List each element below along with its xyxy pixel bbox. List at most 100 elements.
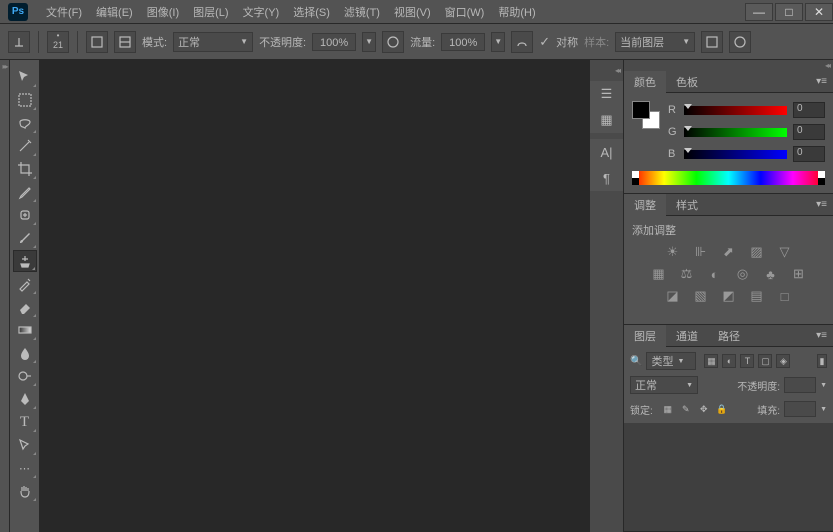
- tab-layers[interactable]: 图层: [624, 325, 666, 347]
- gradient-tool[interactable]: [13, 319, 37, 341]
- tab-color[interactable]: 颜色: [624, 71, 666, 93]
- invert-icon[interactable]: ◪: [664, 288, 682, 304]
- brush-tool[interactable]: [13, 227, 37, 249]
- g-input[interactable]: 0: [793, 124, 825, 140]
- dodge-tool[interactable]: [13, 365, 37, 387]
- fill-input[interactable]: [784, 401, 816, 417]
- g-slider[interactable]: [684, 128, 787, 137]
- character-panel-icon[interactable]: A|: [597, 143, 617, 161]
- curves-icon[interactable]: ⬈: [720, 244, 738, 260]
- menu-window[interactable]: 窗口(W): [439, 1, 491, 23]
- bw-icon[interactable]: ◐: [706, 266, 724, 282]
- menu-file[interactable]: 文件(F): [40, 1, 88, 23]
- shape-tool[interactable]: ⋯: [13, 457, 37, 479]
- pressure-opacity-icon[interactable]: [382, 31, 404, 53]
- magic-wand-tool[interactable]: [13, 135, 37, 157]
- pressure-size-icon[interactable]: [729, 31, 751, 53]
- close-button[interactable]: ✕: [805, 3, 833, 21]
- flow-dropdown[interactable]: ▼: [491, 32, 505, 52]
- filter-smart-icon[interactable]: ◈: [776, 354, 790, 368]
- menu-type[interactable]: 文字(Y): [237, 1, 286, 23]
- history-brush-tool[interactable]: [13, 273, 37, 295]
- brush-preview[interactable]: •21: [47, 31, 69, 53]
- filter-shape-icon[interactable]: ▢: [758, 354, 772, 368]
- sample-all-icon[interactable]: [701, 31, 723, 53]
- hue-icon[interactable]: ▦: [650, 266, 668, 282]
- eraser-tool[interactable]: [13, 296, 37, 318]
- opacity-dropdown[interactable]: ▼: [362, 32, 376, 52]
- move-tool[interactable]: [13, 66, 37, 88]
- flow-input[interactable]: 100%: [441, 33, 485, 51]
- b-input[interactable]: 0: [793, 146, 825, 162]
- menu-image[interactable]: 图像(I): [141, 1, 185, 23]
- lock-transparent-icon[interactable]: ▦: [661, 402, 675, 416]
- toolbox-dock[interactable]: ▸▸: [0, 60, 10, 532]
- blur-tool[interactable]: [13, 342, 37, 364]
- paragraph-panel-icon[interactable]: ¶: [597, 169, 617, 187]
- filter-adjust-icon[interactable]: ◐: [722, 354, 736, 368]
- filter-pixel-icon[interactable]: ▦: [704, 354, 718, 368]
- selective-icon[interactable]: □: [776, 288, 794, 304]
- threshold-icon[interactable]: ◩: [720, 288, 738, 304]
- tool-preset-icon[interactable]: [8, 31, 30, 53]
- brush-settings-icon[interactable]: [114, 31, 136, 53]
- properties-panel-icon[interactable]: ▦: [597, 111, 617, 129]
- symmetry-icon[interactable]: ✓: [539, 34, 550, 50]
- opacity-input[interactable]: 100%: [312, 33, 356, 51]
- tab-swatches[interactable]: 色板: [666, 71, 708, 93]
- filter-toggle[interactable]: ▮: [817, 354, 827, 368]
- exposure-icon[interactable]: ▨: [748, 244, 766, 260]
- clone-stamp-tool[interactable]: [13, 250, 37, 272]
- color-panel-menu[interactable]: ▾≡: [810, 76, 833, 87]
- levels-icon[interactable]: ⊪: [692, 244, 710, 260]
- menu-view[interactable]: 视图(V): [388, 1, 437, 23]
- tab-adjustments[interactable]: 调整: [624, 194, 666, 216]
- layer-opacity-input[interactable]: [784, 377, 816, 393]
- adjust-panel-menu[interactable]: ▾≡: [810, 199, 833, 210]
- lock-all-icon[interactable]: 🔒: [715, 402, 729, 416]
- tab-styles[interactable]: 样式: [666, 194, 708, 216]
- menu-select[interactable]: 选择(S): [287, 1, 336, 23]
- brush-panel-icon[interactable]: [86, 31, 108, 53]
- lock-image-icon[interactable]: ✎: [679, 402, 693, 416]
- history-panel-icon[interactable]: ☰: [597, 85, 617, 103]
- r-input[interactable]: 0: [793, 102, 825, 118]
- tab-paths[interactable]: 路径: [708, 325, 750, 347]
- menu-edit[interactable]: 编辑(E): [90, 1, 139, 23]
- hand-tool[interactable]: [13, 480, 37, 502]
- lock-position-icon[interactable]: ✥: [697, 402, 711, 416]
- posterize-icon[interactable]: ▧: [692, 288, 710, 304]
- brightness-icon[interactable]: ☀: [664, 244, 682, 260]
- foreground-color-swatch[interactable]: [632, 101, 650, 119]
- mixer-icon[interactable]: ♣: [762, 266, 780, 282]
- layers-list[interactable]: [624, 423, 833, 531]
- healing-tool[interactable]: [13, 204, 37, 226]
- crop-tool[interactable]: [13, 158, 37, 180]
- canvas-area[interactable]: [40, 60, 589, 532]
- menu-layer[interactable]: 图层(L): [187, 1, 234, 23]
- blend-select[interactable]: 正常▼: [630, 376, 698, 394]
- color-swatches[interactable]: [632, 101, 660, 129]
- photo-filter-icon[interactable]: ◎: [734, 266, 752, 282]
- path-select-tool[interactable]: [13, 434, 37, 456]
- lookup-icon[interactable]: ⊞: [790, 266, 808, 282]
- maximize-button[interactable]: □: [775, 3, 803, 21]
- blend-mode-select[interactable]: 正常▼: [173, 32, 253, 52]
- color-spectrum[interactable]: [632, 171, 825, 185]
- lasso-tool[interactable]: [13, 112, 37, 134]
- type-tool[interactable]: T: [13, 411, 37, 433]
- layers-panel-menu[interactable]: ▾≡: [810, 330, 833, 341]
- sample-select[interactable]: 当前图层▼: [615, 32, 695, 52]
- b-slider[interactable]: [684, 150, 787, 159]
- marquee-tool[interactable]: [13, 89, 37, 111]
- filter-type-icon[interactable]: T: [740, 354, 754, 368]
- menu-filter[interactable]: 滤镜(T): [338, 1, 386, 23]
- vibrance-icon[interactable]: ▽: [776, 244, 794, 260]
- gradient-map-icon[interactable]: ▤: [748, 288, 766, 304]
- tab-channels[interactable]: 通道: [666, 325, 708, 347]
- airbrush-icon[interactable]: [511, 31, 533, 53]
- minimize-button[interactable]: —: [745, 3, 773, 21]
- eyedropper-tool[interactable]: [13, 181, 37, 203]
- layer-filter-select[interactable]: 类型▼: [646, 352, 696, 370]
- r-slider[interactable]: [684, 106, 787, 115]
